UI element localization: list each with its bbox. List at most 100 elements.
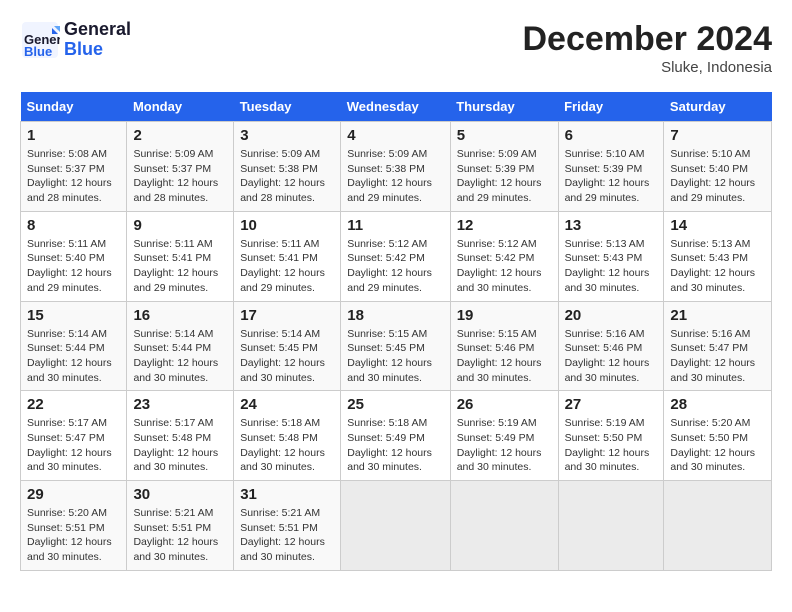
calendar-cell: 17 Sunrise: 5:14 AM Sunset: 5:45 PM Dayl… — [234, 301, 341, 391]
logo: General Blue General Blue — [20, 20, 131, 60]
day-number: 1 — [27, 127, 120, 144]
calendar-header-row: SundayMondayTuesdayWednesdayThursdayFrid… — [21, 92, 772, 122]
day-info: Sunrise: 5:11 AM Sunset: 5:41 PM Dayligh… — [240, 237, 334, 296]
day-number: 17 — [240, 307, 334, 324]
calendar-cell: 20 Sunrise: 5:16 AM Sunset: 5:46 PM Dayl… — [558, 301, 664, 391]
day-number: 9 — [133, 217, 227, 234]
calendar-cell: 19 Sunrise: 5:15 AM Sunset: 5:46 PM Dayl… — [450, 301, 558, 391]
day-number: 24 — [240, 396, 334, 413]
day-info: Sunrise: 5:09 AM Sunset: 5:38 PM Dayligh… — [240, 147, 334, 206]
day-info: Sunrise: 5:13 AM Sunset: 5:43 PM Dayligh… — [670, 237, 765, 296]
calendar-cell: 24 Sunrise: 5:18 AM Sunset: 5:48 PM Dayl… — [234, 391, 341, 481]
calendar-cell: 10 Sunrise: 5:11 AM Sunset: 5:41 PM Dayl… — [234, 211, 341, 301]
day-info: Sunrise: 5:15 AM Sunset: 5:45 PM Dayligh… — [347, 327, 443, 386]
calendar-cell: 9 Sunrise: 5:11 AM Sunset: 5:41 PM Dayli… — [127, 211, 234, 301]
day-number: 26 — [457, 396, 552, 413]
calendar-cell — [341, 481, 450, 571]
day-info: Sunrise: 5:15 AM Sunset: 5:46 PM Dayligh… — [457, 327, 552, 386]
header-thursday: Thursday — [450, 92, 558, 122]
calendar-cell — [664, 481, 772, 571]
day-info: Sunrise: 5:13 AM Sunset: 5:43 PM Dayligh… — [565, 237, 658, 296]
page-header: General Blue General Blue December 2024 … — [20, 20, 772, 76]
day-info: Sunrise: 5:12 AM Sunset: 5:42 PM Dayligh… — [457, 237, 552, 296]
calendar-cell: 14 Sunrise: 5:13 AM Sunset: 5:43 PM Dayl… — [664, 211, 772, 301]
day-info: Sunrise: 5:14 AM Sunset: 5:44 PM Dayligh… — [27, 327, 120, 386]
day-info: Sunrise: 5:10 AM Sunset: 5:40 PM Dayligh… — [670, 147, 765, 206]
calendar-cell: 31 Sunrise: 5:21 AM Sunset: 5:51 PM Dayl… — [234, 481, 341, 571]
day-info: Sunrise: 5:18 AM Sunset: 5:49 PM Dayligh… — [347, 416, 443, 475]
day-number: 6 — [565, 127, 658, 144]
day-info: Sunrise: 5:08 AM Sunset: 5:37 PM Dayligh… — [27, 147, 120, 206]
calendar-cell: 6 Sunrise: 5:10 AM Sunset: 5:39 PM Dayli… — [558, 122, 664, 212]
calendar-body: 1 Sunrise: 5:08 AM Sunset: 5:37 PM Dayli… — [21, 122, 772, 571]
logo-icon: General Blue — [20, 20, 60, 60]
day-info: Sunrise: 5:20 AM Sunset: 5:51 PM Dayligh… — [27, 506, 120, 565]
day-info: Sunrise: 5:11 AM Sunset: 5:40 PM Dayligh… — [27, 237, 120, 296]
header-tuesday: Tuesday — [234, 92, 341, 122]
day-number: 31 — [240, 486, 334, 503]
day-number: 5 — [457, 127, 552, 144]
day-number: 28 — [670, 396, 765, 413]
header-friday: Friday — [558, 92, 664, 122]
calendar-cell: 3 Sunrise: 5:09 AM Sunset: 5:38 PM Dayli… — [234, 122, 341, 212]
header-monday: Monday — [127, 92, 234, 122]
calendar-cell: 13 Sunrise: 5:13 AM Sunset: 5:43 PM Dayl… — [558, 211, 664, 301]
calendar-cell: 12 Sunrise: 5:12 AM Sunset: 5:42 PM Dayl… — [450, 211, 558, 301]
day-info: Sunrise: 5:18 AM Sunset: 5:48 PM Dayligh… — [240, 416, 334, 475]
calendar-cell: 7 Sunrise: 5:10 AM Sunset: 5:40 PM Dayli… — [664, 122, 772, 212]
header-saturday: Saturday — [664, 92, 772, 122]
day-info: Sunrise: 5:09 AM Sunset: 5:39 PM Dayligh… — [457, 147, 552, 206]
day-number: 15 — [27, 307, 120, 324]
calendar-cell: 15 Sunrise: 5:14 AM Sunset: 5:44 PM Dayl… — [21, 301, 127, 391]
day-info: Sunrise: 5:16 AM Sunset: 5:46 PM Dayligh… — [565, 327, 658, 386]
calendar-cell: 2 Sunrise: 5:09 AM Sunset: 5:37 PM Dayli… — [127, 122, 234, 212]
day-info: Sunrise: 5:19 AM Sunset: 5:49 PM Dayligh… — [457, 416, 552, 475]
month-title: December 2024 — [522, 20, 772, 59]
day-info: Sunrise: 5:09 AM Sunset: 5:37 PM Dayligh… — [133, 147, 227, 206]
calendar-cell: 21 Sunrise: 5:16 AM Sunset: 5:47 PM Dayl… — [664, 301, 772, 391]
day-info: Sunrise: 5:10 AM Sunset: 5:39 PM Dayligh… — [565, 147, 658, 206]
calendar-table: SundayMondayTuesdayWednesdayThursdayFrid… — [20, 92, 772, 571]
calendar-cell — [558, 481, 664, 571]
calendar-cell: 25 Sunrise: 5:18 AM Sunset: 5:49 PM Dayl… — [341, 391, 450, 481]
day-info: Sunrise: 5:11 AM Sunset: 5:41 PM Dayligh… — [133, 237, 227, 296]
calendar-cell: 1 Sunrise: 5:08 AM Sunset: 5:37 PM Dayli… — [21, 122, 127, 212]
calendar-week-4: 22 Sunrise: 5:17 AM Sunset: 5:47 PM Dayl… — [21, 391, 772, 481]
calendar-cell: 18 Sunrise: 5:15 AM Sunset: 5:45 PM Dayl… — [341, 301, 450, 391]
day-number: 20 — [565, 307, 658, 324]
day-number: 13 — [565, 217, 658, 234]
calendar-cell — [450, 481, 558, 571]
day-info: Sunrise: 5:14 AM Sunset: 5:44 PM Dayligh… — [133, 327, 227, 386]
calendar-cell: 16 Sunrise: 5:14 AM Sunset: 5:44 PM Dayl… — [127, 301, 234, 391]
calendar-cell: 4 Sunrise: 5:09 AM Sunset: 5:38 PM Dayli… — [341, 122, 450, 212]
calendar-cell: 22 Sunrise: 5:17 AM Sunset: 5:47 PM Dayl… — [21, 391, 127, 481]
svg-text:Blue: Blue — [24, 44, 52, 59]
calendar-week-1: 1 Sunrise: 5:08 AM Sunset: 5:37 PM Dayli… — [21, 122, 772, 212]
day-number: 23 — [133, 396, 227, 413]
location-subtitle: Sluke, Indonesia — [522, 59, 772, 76]
calendar-cell: 30 Sunrise: 5:21 AM Sunset: 5:51 PM Dayl… — [127, 481, 234, 571]
day-info: Sunrise: 5:19 AM Sunset: 5:50 PM Dayligh… — [565, 416, 658, 475]
calendar-cell: 23 Sunrise: 5:17 AM Sunset: 5:48 PM Dayl… — [127, 391, 234, 481]
day-number: 12 — [457, 217, 552, 234]
day-number: 18 — [347, 307, 443, 324]
day-number: 25 — [347, 396, 443, 413]
calendar-week-2: 8 Sunrise: 5:11 AM Sunset: 5:40 PM Dayli… — [21, 211, 772, 301]
calendar-cell: 27 Sunrise: 5:19 AM Sunset: 5:50 PM Dayl… — [558, 391, 664, 481]
day-info: Sunrise: 5:21 AM Sunset: 5:51 PM Dayligh… — [240, 506, 334, 565]
day-info: Sunrise: 5:09 AM Sunset: 5:38 PM Dayligh… — [347, 147, 443, 206]
calendar-cell: 28 Sunrise: 5:20 AM Sunset: 5:50 PM Dayl… — [664, 391, 772, 481]
day-number: 3 — [240, 127, 334, 144]
day-number: 14 — [670, 217, 765, 234]
calendar-cell: 11 Sunrise: 5:12 AM Sunset: 5:42 PM Dayl… — [341, 211, 450, 301]
day-number: 27 — [565, 396, 658, 413]
calendar-cell: 26 Sunrise: 5:19 AM Sunset: 5:49 PM Dayl… — [450, 391, 558, 481]
day-number: 19 — [457, 307, 552, 324]
day-number: 7 — [670, 127, 765, 144]
day-number: 29 — [27, 486, 120, 503]
header-sunday: Sunday — [21, 92, 127, 122]
day-info: Sunrise: 5:14 AM Sunset: 5:45 PM Dayligh… — [240, 327, 334, 386]
day-number: 8 — [27, 217, 120, 234]
day-number: 2 — [133, 127, 227, 144]
calendar-cell: 5 Sunrise: 5:09 AM Sunset: 5:39 PM Dayli… — [450, 122, 558, 212]
